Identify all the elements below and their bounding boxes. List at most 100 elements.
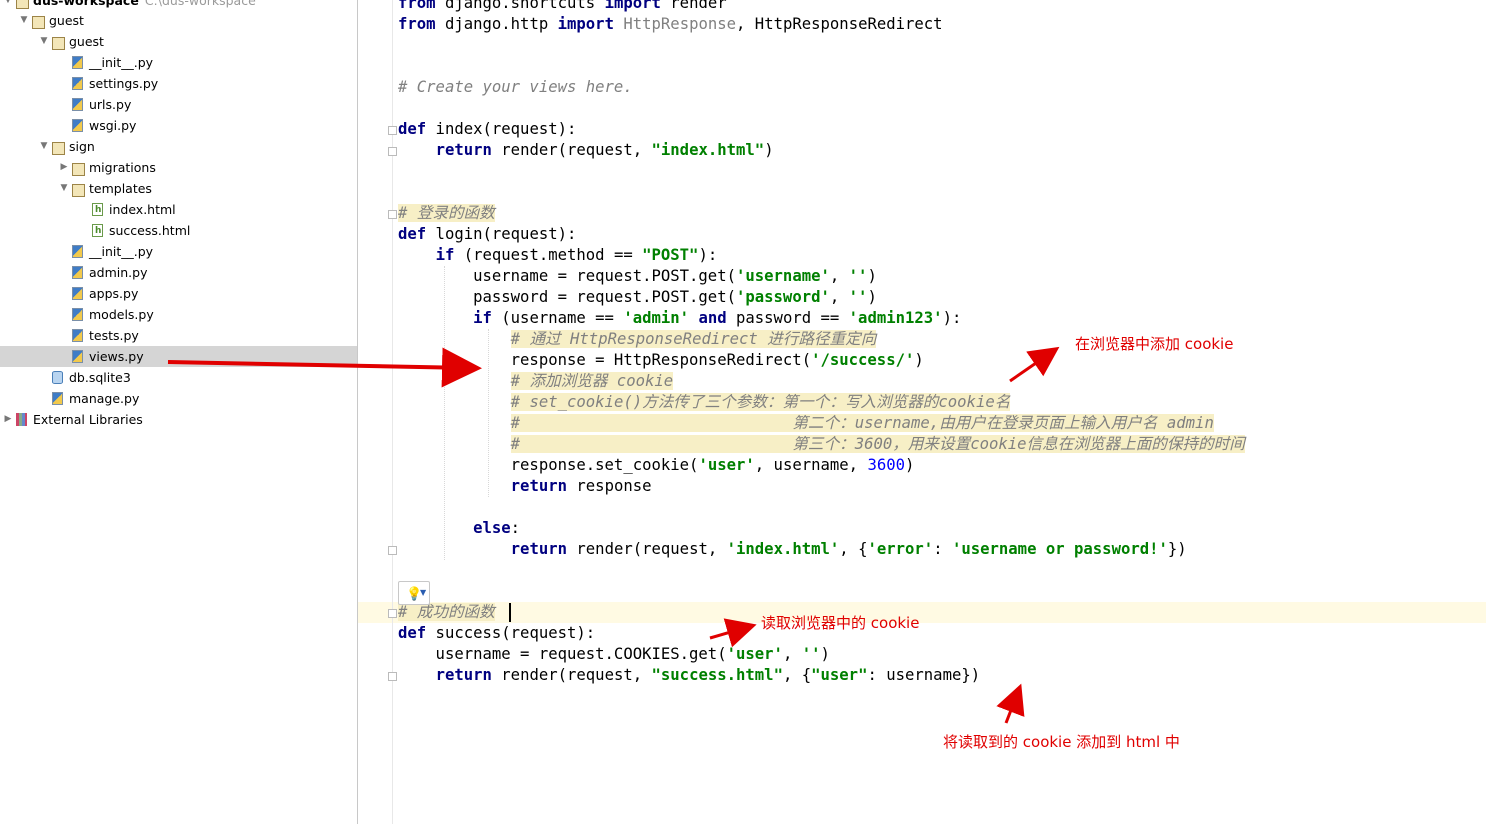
tree-item[interactable]: success.html	[0, 220, 357, 242]
chevron-right-icon[interactable]: ▶	[58, 157, 70, 178]
tree-item[interactable]: manage.py	[0, 388, 357, 409]
tree-item[interactable]: apps.py	[0, 283, 357, 304]
code-line[interactable]: return response	[398, 476, 652, 497]
root-path: C:\dus-workspace	[144, 0, 256, 8]
fold-marker[interactable]	[388, 672, 397, 681]
code-line[interactable]: else:	[398, 518, 520, 539]
tree-item[interactable]: ▼ templates	[0, 178, 357, 199]
code-line[interactable]: response = HttpResponseRedirect('/succes…	[398, 350, 924, 371]
code-editor[interactable]: from django.shortcuts import render from …	[358, 0, 1486, 824]
fold-marker[interactable]	[388, 546, 397, 555]
tree-item[interactable]: __init__.py	[0, 52, 357, 73]
code-line[interactable]: return render(request, "success.html", {…	[398, 665, 981, 686]
fold-marker[interactable]	[388, 126, 397, 135]
fold-marker[interactable]	[388, 609, 397, 618]
code-text: )	[905, 456, 915, 474]
code-line[interactable]: username = request.POST.get('username', …	[398, 266, 877, 287]
code-line[interactable]: # 通过 HttpResponseRedirect 进行路径重定向	[398, 329, 877, 350]
html-file-icon	[92, 200, 103, 221]
code-line[interactable]: # 第二个：username,由用户在登录页面上输入用户名 admin	[398, 413, 1214, 434]
tree-item-label: wsgi.py	[89, 118, 137, 133]
code-token-str: "POST"	[642, 246, 699, 264]
library-icon	[16, 413, 27, 426]
text-caret	[509, 603, 511, 622]
tree-item-label: settings.py	[89, 76, 159, 91]
tree-item[interactable]: __init__.py	[0, 241, 357, 262]
tree-item-label: admin.py	[89, 265, 148, 280]
python-file-icon	[72, 308, 83, 321]
code-line[interactable]: def success(request):	[398, 623, 595, 644]
code-token-gray: HttpResponse	[623, 15, 737, 33]
tree-item[interactable]: ▶ migrations	[0, 157, 357, 178]
code-line[interactable]: # 登录的函数	[398, 203, 495, 224]
tree-item[interactable]: ▼ guest	[0, 31, 357, 52]
code-line[interactable]: if (username == 'admin' and password == …	[398, 308, 961, 329]
code-line[interactable]: # set_cookie()方法传了三个参数：第一个：写入浏览器的cookie名	[398, 392, 1011, 413]
tree-item-label: guest	[69, 34, 104, 49]
python-file-icon	[72, 56, 83, 69]
tree-item-label: urls.py	[89, 97, 132, 112]
tree-item[interactable]: views.py	[0, 346, 357, 367]
tree-item-label: index.html	[109, 202, 176, 217]
tree-item[interactable]: ▶ External Libraries	[0, 409, 357, 430]
code-text: )	[820, 645, 830, 663]
chevron-right-icon[interactable]: ▶	[2, 409, 14, 430]
tree-item[interactable]: admin.py	[0, 262, 357, 283]
chevron-down-icon[interactable]: ▼	[38, 136, 50, 157]
code-line[interactable]: username = request.COOKIES.get('user', '…	[398, 644, 830, 665]
tree-item[interactable]: models.py	[0, 304, 357, 325]
tree-item[interactable]: ▼ guest	[0, 10, 357, 31]
code-token-kw: from	[398, 0, 436, 12]
code-token-cmthl: # 第二个：username,由用户在登录页面上输入用户名 admin	[510, 414, 1214, 432]
code-line[interactable]: # 成功的函数	[398, 602, 495, 623]
tree-item[interactable]: ▼ sign	[0, 136, 357, 157]
code-token-kw: return	[510, 540, 568, 558]
code-line[interactable]: return render(request, 'index.html', {'e…	[398, 539, 1187, 560]
intention-action-button[interactable]: 💡 ▼	[398, 581, 430, 605]
annotation-add-cookie: 在浏览器中添加 cookie	[1075, 335, 1234, 353]
code-line[interactable]: def index(request):	[398, 119, 576, 140]
fold-marker[interactable]	[388, 210, 397, 219]
code-line[interactable]: if (request.method == "POST"):	[398, 245, 718, 266]
code-text: )	[764, 141, 774, 159]
folder-icon	[52, 142, 65, 155]
fold-marker[interactable]	[388, 147, 397, 156]
code-text: django.http	[435, 15, 558, 33]
html-file-icon	[92, 221, 103, 242]
code-token-kw: if	[435, 246, 455, 264]
code-line[interactable]: # 添加浏览器 cookie	[398, 371, 674, 392]
code-token-cmt: # Create your views here.	[398, 78, 633, 96]
code-token-cmthl: # 通过 HttpResponseRedirect 进行路径重定向	[510, 330, 877, 348]
chevron-down-icon[interactable]: ▼	[58, 178, 70, 199]
code-line[interactable]: # Create your views here.	[398, 77, 633, 98]
tree-item[interactable]: tests.py	[0, 325, 357, 346]
code-line[interactable]: # 第三个：3600，用来设置cookie信息在浏览器上面的保持的时间	[398, 434, 1245, 455]
chevron-down-icon[interactable]: ▼	[18, 10, 30, 31]
code-text: django.shortcuts	[435, 0, 605, 12]
code-token-str: ''	[848, 267, 868, 285]
code-token-kw: def	[398, 120, 427, 138]
code-line[interactable]: def login(request):	[398, 224, 576, 245]
code-text: , {	[839, 540, 868, 558]
code-text: password = request.POST.get(	[398, 288, 736, 306]
code-token-kw: and	[698, 309, 727, 327]
code-line[interactable]: from django.shortcuts import render	[398, 0, 727, 14]
python-file-icon	[72, 266, 83, 279]
tree-item[interactable]: urls.py	[0, 94, 357, 115]
folder-icon	[52, 37, 65, 50]
code-line[interactable]: return render(request, "index.html")	[398, 140, 774, 161]
tree-item[interactable]: wsgi.py	[0, 115, 357, 136]
code-text: response	[567, 477, 652, 495]
code-line[interactable]: password = request.POST.get('password', …	[398, 287, 877, 308]
code-line[interactable]: from django.http import HttpResponse, Ht…	[398, 14, 943, 35]
tree-item[interactable]: settings.py	[0, 73, 357, 94]
code-line[interactable]: response.set_cookie('user', username, 36…	[398, 455, 915, 476]
tree-item[interactable]: index.html	[0, 199, 357, 221]
chevron-down-icon[interactable]: ▼	[38, 31, 50, 52]
folder-icon	[72, 184, 85, 197]
code-token-str: "user"	[811, 666, 868, 684]
tree-item[interactable]: db.sqlite3	[0, 367, 357, 388]
